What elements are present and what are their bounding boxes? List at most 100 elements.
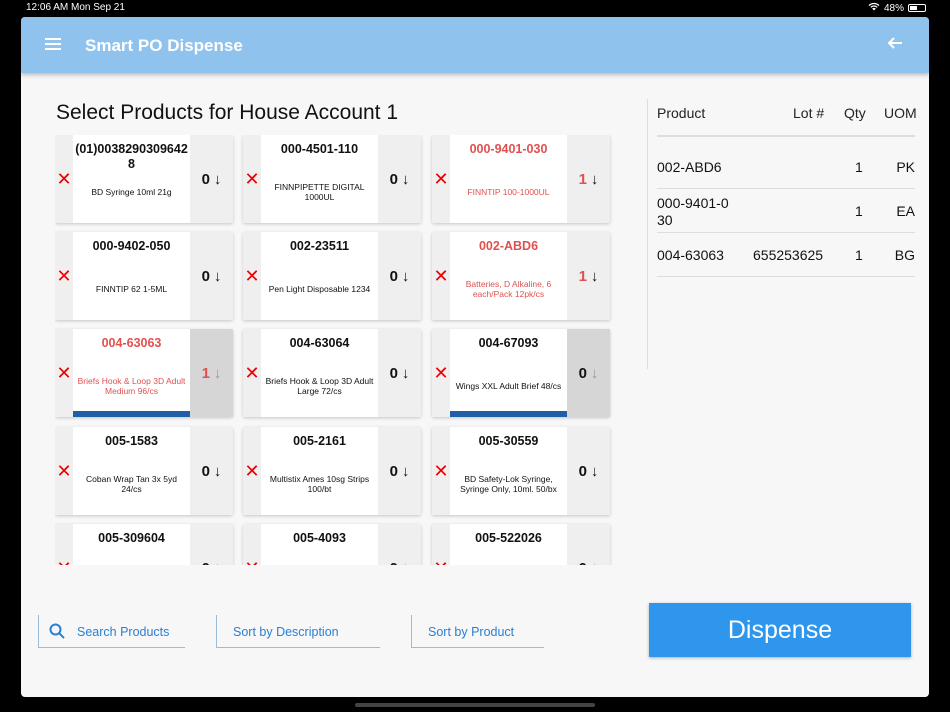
product-description: FINNTIP 100-1000UL [467,187,550,197]
quantity-value: 0 [578,462,587,480]
product-card[interactable]: ✕ 002-23511 Pen Light Disposable 1234 0 ↓ [243,232,421,320]
remove-icon[interactable]: ✕ [243,135,261,223]
product-info[interactable]: 005-309604 [73,524,190,565]
remove-icon[interactable]: ✕ [55,329,73,417]
sort-by-product-button[interactable]: Sort by Product [411,615,544,648]
product-info[interactable]: 000-9401-030 FINNTIP 100-1000UL [450,135,567,223]
product-card[interactable]: ✕ 005-522026 0↓ [432,524,610,565]
product-card[interactable]: ✕ 005-1583 Coban Wrap Tan 3x 5yd 24/cs 0 ↓ [55,427,233,515]
product-info[interactable]: 005-2161 Multistix Ames 10sg Strips 100/b… [261,427,378,515]
summary-row[interactable]: 002-ABD6 1 PK [657,145,915,189]
arrow-down-icon: ↓ [401,364,410,382]
selected-indicator [450,411,567,417]
arrow-down-icon: ↓ [590,170,599,188]
quantity-control[interactable]: 0↓ [378,524,421,565]
bottom-toolbar: Search Products Sort by Description Sort… [21,603,929,663]
product-code: 005-309604 [98,531,165,545]
quantity-control[interactable]: 0↓ [378,329,421,417]
product-card[interactable]: ✕ 000-9401-030 FINNTIP 100-1000UL 1 ↓ [432,135,610,223]
back-arrow-icon[interactable] [887,35,905,53]
quantity-control[interactable]: 0↓ [190,232,233,320]
hamburger-menu-icon[interactable] [45,38,61,52]
remove-icon[interactable]: ✕ [432,329,450,417]
product-card[interactable]: ✕ 005-2161 Multistix Ames 10sg Strips 100/… [243,427,421,515]
summary-row[interactable]: 004-63063 655253625 1 BG [657,233,915,277]
product-info[interactable]: 004-67093 Wings XXL Adult Brief 48/cs [450,329,567,417]
product-card[interactable]: ✕ 000-9402-050 FINNTIP 62 1-5ML 0 ↓ [55,232,233,320]
remove-icon[interactable]: ✕ [55,232,73,320]
arrow-down-icon: ↓ [213,462,222,480]
product-info[interactable]: 004-63064 Briefs Hook & Loop 3D Adult Lar… [261,329,378,417]
product-card[interactable]: ✕ 005-309604 0↓ [55,524,233,565]
quantity-control[interactable]: 0↓ [190,427,233,515]
product-description: FINNPIPETTE DIGITAL 1000UL [274,182,365,202]
search-label: Search Products [77,625,170,639]
quantity-control[interactable]: 0↓ [378,427,421,515]
product-code: 005-522026 [475,531,542,545]
remove-icon[interactable]: ✕ [55,427,73,515]
search-products-field[interactable]: Search Products [38,615,185,648]
quantity-control[interactable]: 1 ↓ [567,135,610,223]
product-info[interactable]: 005-1583 Coban Wrap Tan 3x 5yd 24/cs [73,427,190,515]
product-info[interactable]: 002-ABD6 Batteries, D Alkaline, 6 each/Pa… [450,232,567,320]
arrow-down-icon: ↓ [213,170,222,188]
product-card[interactable]: ✕005-40930↓ [243,524,421,565]
arrow-down-icon: ↓ [590,364,599,382]
quantity-control[interactable]: 0↓ [190,524,233,565]
quantity-control[interactable]: 1 ↓ [567,232,610,320]
remove-icon[interactable]: ✕ [432,232,450,320]
product-code: 004-63063 [101,336,162,350]
product-description: BD Syringe 10ml 21g [91,187,172,197]
product-code: 004-63064 [289,336,350,350]
arrow-down-icon: ↓ [402,560,410,566]
product-card[interactable]: ✕ 000-4501-110 FINNPIPETTE DIGITAL 1000UL 0… [243,135,421,223]
product-info[interactable]: 002-23511 Pen Light Disposable 1234 [261,232,378,320]
quantity-value: 0 [389,170,398,188]
product-info[interactable]: (01)00382903096428 BD Syringe 10ml 21g [73,135,190,223]
quantity-value: 0 [389,267,398,285]
product-card[interactable]: ✕ 002-ABD6 Batteries, D Alkaline, 6 each/P… [432,232,610,320]
summary-row[interactable]: 000-9401-030 1 EA [657,189,915,233]
row-product: 002-ABD6 [657,159,722,175]
sort-by-description-button[interactable]: Sort by Description [216,615,380,648]
product-info[interactable]: 000-4501-110 FINNPIPETTE DIGITAL 1000UL [261,135,378,223]
remove-icon[interactable]: ✕ [432,427,450,515]
quantity-control[interactable]: 0↓ [378,232,421,320]
remove-icon[interactable]: ✕ [55,524,73,565]
product-card[interactable]: ✕ 004-63064 Briefs Hook & Loop 3D Adult La… [243,329,421,417]
remove-icon[interactable]: ✕ [243,232,261,320]
product-description: Briefs Hook & Loop 3D Adult Medium 96/cs [77,376,186,396]
quantity-control[interactable]: 0↓ [567,427,610,515]
product-code: 000-9401-030 [469,142,548,156]
quantity-control[interactable]: 0↓ [378,135,421,223]
status-bar: 12:06 AM Mon Sep 21 48% [0,0,950,16]
remove-icon[interactable]: ✕ [55,135,73,223]
quantity-control[interactable]: 0↓ [567,329,610,417]
header-divider [657,135,915,137]
remove-icon[interactable]: ✕ [432,135,450,223]
quantity-control[interactable]: 0↓ [567,524,610,565]
product-description: Briefs Hook & Loop 3D Adult Large 72/cs [265,376,374,396]
remove-icon[interactable]: ✕ [432,524,450,565]
product-card[interactable]: ✕ 004-63063 Briefs Hook & Loop 3D Adult Me… [55,329,233,417]
quantity-control[interactable]: 1 ↓ [190,329,233,417]
product-info[interactable]: 005-4093 [261,524,378,565]
product-info[interactable]: 000-9402-050 FINNTIP 62 1-5ML [73,232,190,320]
quantity-value: 0 [201,462,210,480]
product-info[interactable]: 005-522026 [450,524,567,565]
remove-icon[interactable]: ✕ [243,524,261,565]
product-card[interactable]: ✕ 004-67093 Wings XXL Adult Brief 48/cs 0 ↓ [432,329,610,417]
quantity-value: 0 [389,364,398,382]
arrow-down-icon: ↓ [401,170,410,188]
product-info[interactable]: 004-63063 Briefs Hook & Loop 3D Adult Med… [73,329,190,417]
product-info[interactable]: 005-30559 BD Safety-Lok Syringe, Syringe … [450,427,567,515]
remove-icon[interactable]: ✕ [243,427,261,515]
product-description: FINNTIP 62 1-5ML [95,284,168,294]
product-card[interactable]: ✕ (01)00382903096428 BD Syringe 10ml 21g 0 ↓ [55,135,233,223]
wifi-icon [868,2,880,14]
product-card[interactable]: ✕ 005-30559 BD Safety-Lok Syringe, Syringe… [432,427,610,515]
row-product: 004-63063 [657,247,724,263]
remove-icon[interactable]: ✕ [243,329,261,417]
dispense-button[interactable]: Dispense [649,603,911,657]
quantity-control[interactable]: 0↓ [190,135,233,223]
